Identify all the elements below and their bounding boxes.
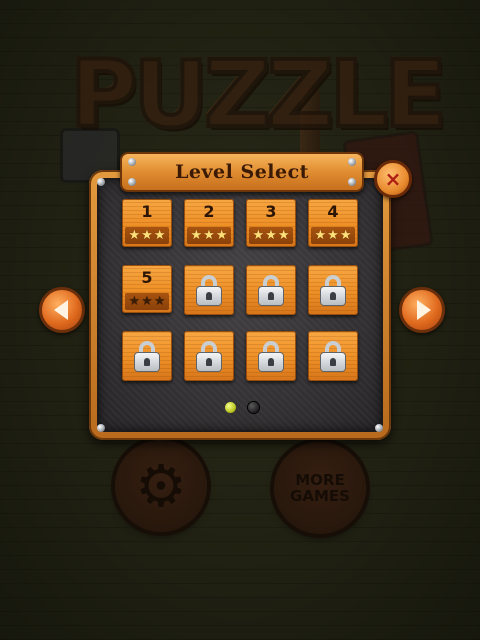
star-rating: ★ ★ ★ — [187, 227, 231, 244]
star-icon: ★ — [314, 228, 327, 243]
star-icon: ★ — [265, 228, 277, 243]
more-games-button[interactable]: MORE GAMES — [274, 442, 366, 534]
star-rating: ★ ★ ★ — [125, 293, 169, 310]
star-icon: ★ — [277, 228, 290, 243]
screw-icon — [348, 158, 356, 166]
screw-icon — [97, 178, 105, 186]
dialog-title-plank: Level Select — [120, 152, 364, 192]
star-icon: ★ — [327, 228, 339, 243]
level-tile-locked[interactable] — [122, 331, 172, 381]
level-tile-locked[interactable] — [246, 265, 296, 315]
level-tile-2[interactable]: 2 ★ ★ ★ — [184, 199, 234, 247]
star-icon: ★ — [141, 228, 153, 243]
screw-icon — [348, 178, 356, 186]
star-icon: ★ — [128, 294, 141, 309]
dialog-title: Level Select — [175, 161, 309, 183]
settings-button[interactable]: ⚙ — [115, 440, 207, 532]
level-tile-locked[interactable] — [184, 265, 234, 315]
close-button[interactable]: × — [374, 160, 412, 198]
level-number: 2 — [203, 202, 215, 221]
next-page-button[interactable] — [399, 287, 445, 333]
page-indicator-inactive — [248, 402, 259, 413]
level-tile-locked[interactable] — [308, 265, 358, 315]
lock-icon — [321, 341, 345, 371]
star-rating: ★ ★ ★ — [311, 227, 355, 244]
lock-icon — [197, 275, 221, 305]
level-tile-4[interactable]: 4 ★ ★ ★ — [308, 199, 358, 247]
level-tile-locked[interactable] — [308, 331, 358, 381]
screw-icon — [97, 424, 105, 432]
screw-icon — [128, 178, 136, 186]
level-number: 1 — [141, 202, 153, 221]
level-tile-5[interactable]: 5 ★ ★ ★ — [122, 265, 172, 313]
lock-icon — [259, 275, 283, 305]
page-indicator-active — [225, 402, 236, 413]
star-icon: ★ — [252, 228, 265, 243]
arrow-left-icon — [53, 300, 68, 320]
screw-icon — [128, 158, 136, 166]
gear-icon: ⚙ — [135, 452, 187, 520]
star-icon: ★ — [128, 228, 141, 243]
level-number: 4 — [327, 202, 339, 221]
arrow-right-icon — [416, 300, 431, 320]
level-tile-1[interactable]: 1 ★ ★ ★ — [122, 199, 172, 247]
star-icon: ★ — [215, 228, 228, 243]
star-rating: ★ ★ ★ — [125, 227, 169, 244]
star-icon: ★ — [190, 228, 203, 243]
more-games-label: MORE GAMES — [290, 471, 350, 505]
lock-icon — [197, 341, 221, 371]
star-icon: ★ — [141, 294, 153, 309]
star-icon: ★ — [153, 294, 166, 309]
level-tile-locked[interactable] — [246, 331, 296, 381]
lock-icon — [259, 341, 283, 371]
level-number: 3 — [265, 202, 277, 221]
star-icon: ★ — [203, 228, 215, 243]
close-icon: × — [384, 167, 402, 191]
prev-page-button[interactable] — [39, 287, 85, 333]
level-tile-locked[interactable] — [184, 331, 234, 381]
star-rating: ★ ★ ★ — [249, 227, 293, 244]
level-tile-3[interactable]: 3 ★ ★ ★ — [246, 199, 296, 247]
screw-icon — [375, 424, 383, 432]
level-number: 5 — [141, 268, 153, 287]
star-icon: ★ — [339, 228, 352, 243]
game-title: PUZZLE — [68, 41, 449, 148]
lock-icon — [135, 341, 159, 371]
lock-icon — [321, 275, 345, 305]
star-icon: ★ — [153, 228, 166, 243]
